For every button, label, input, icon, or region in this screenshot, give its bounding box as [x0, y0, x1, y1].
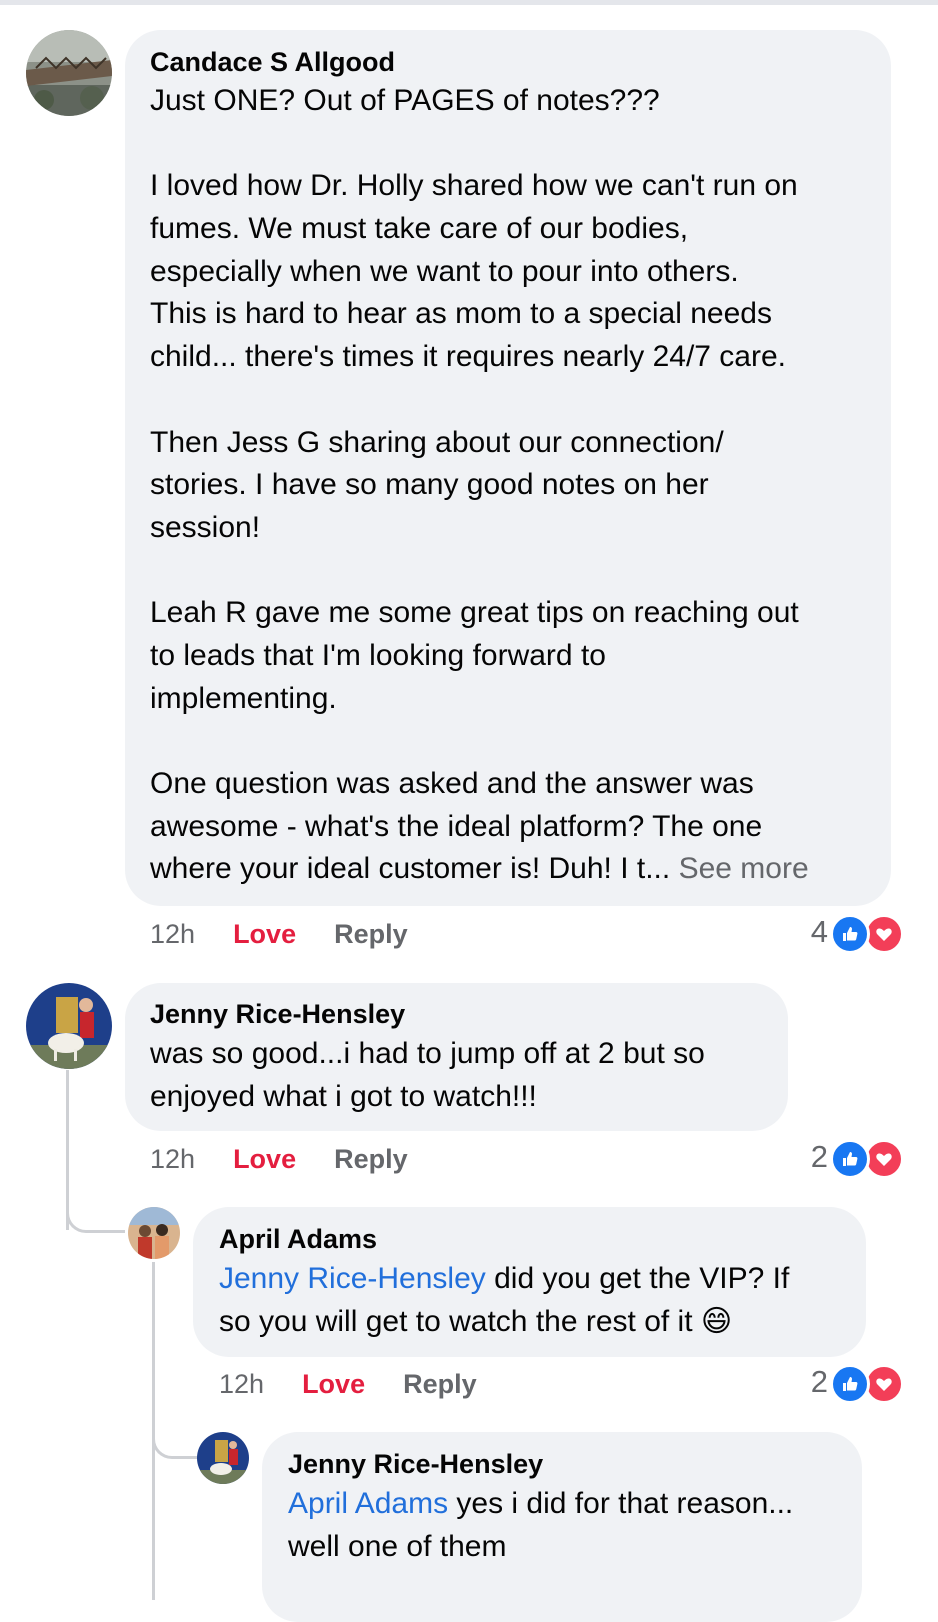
- comment-line: This is hard to hear as mom to a special…: [150, 297, 772, 331]
- mention-link[interactable]: April Adams: [288, 1487, 448, 1520]
- reply-text-segment: so you will get to watch the rest of it: [219, 1304, 701, 1338]
- avatar-april[interactable]: [128, 1207, 180, 1259]
- comment-line: [150, 550, 809, 593]
- thumbs-up-icon: [830, 914, 870, 954]
- reply-line: April Adams yes i did for that reason...: [288, 1483, 793, 1526]
- reply-author-name[interactable]: April Adams: [219, 1223, 377, 1255]
- comment-line: stories. I have so many good notes on he…: [150, 468, 709, 502]
- reply-text-segment: yes i did for that reason...: [448, 1487, 794, 1520]
- comment-text: Just ONE? Out of PAGES of notes??? I lov…: [150, 80, 809, 891]
- comment-actions: 12h Love Reply: [150, 1143, 408, 1175]
- comment-line: One question was asked and the answer wa…: [150, 767, 754, 800]
- reply-text-segment: did you get the VIP? If: [485, 1262, 790, 1295]
- comment-line: [150, 720, 809, 763]
- heart-icon: [864, 914, 904, 954]
- comment-line: [150, 379, 809, 422]
- comment-actions: 12h Love Reply: [150, 918, 408, 950]
- love-button[interactable]: Love: [233, 1143, 296, 1175]
- reply-button[interactable]: Reply: [334, 1143, 408, 1175]
- see-more-link[interactable]: See more: [679, 852, 809, 885]
- comment-line: I loved how Dr. Holly shared how we can'…: [150, 169, 798, 203]
- comment-line: fumes. We must take care of our bodies,: [150, 212, 689, 246]
- comment-author-name[interactable]: Jenny Rice-Hensley: [150, 998, 405, 1030]
- reply-line: Jenny Rice-Hensley did you get the VIP? …: [219, 1258, 789, 1301]
- reply-line: so you will get to watch the rest of it …: [219, 1301, 789, 1344]
- comment-truncated-text: where your ideal customer is! Duh! I t..…: [150, 852, 671, 886]
- comment-line: Leah R gave me some great tips on reachi…: [150, 596, 799, 630]
- reply-actions: 12h Love Reply: [219, 1368, 477, 1400]
- reaction-summary[interactable]: 2: [780, 1137, 906, 1179]
- thread-curve-reply-2: [152, 1430, 199, 1459]
- reply-button[interactable]: Reply: [334, 918, 408, 950]
- reaction-count: 2: [810, 1364, 828, 1399]
- avatar-jenny[interactable]: [26, 983, 112, 1069]
- comment-line: to leads that I'm looking forward to: [150, 638, 606, 672]
- avatar-candace[interactable]: [26, 30, 112, 116]
- thread-curve-reply-1: [66, 1200, 125, 1233]
- thumbs-up-icon: [830, 1364, 870, 1404]
- comment-last-line: where your ideal customer is! Duh! I t..…: [150, 848, 809, 891]
- top-divider: [0, 0, 938, 5]
- comment-line: implementing.: [150, 681, 337, 715]
- love-button[interactable]: Love: [233, 918, 296, 950]
- comment-line: awesome - what's the ideal platform? The…: [150, 809, 763, 843]
- comment-line: Just ONE? Out of PAGES of notes???: [150, 84, 660, 117]
- reply-text: Jenny Rice-Hensley did you get the VIP? …: [219, 1258, 789, 1343]
- heart-icon: [864, 1364, 904, 1404]
- comment-line: especially when we want to pour into oth…: [150, 254, 739, 288]
- heart-icon: [864, 1139, 904, 1179]
- thumbs-up-icon: [830, 1139, 870, 1179]
- mention-link[interactable]: Jenny Rice-Hensley: [219, 1262, 486, 1295]
- comment-line: session!: [150, 510, 261, 544]
- reaction-summary[interactable]: 4: [780, 912, 906, 954]
- comment-timestamp[interactable]: 12h: [150, 918, 195, 950]
- grinning-emoji-icon: 😄: [700, 1304, 733, 1338]
- comment-line: enjoyed what i got to watch!!!: [150, 1079, 537, 1113]
- reply-line: well one of them: [288, 1529, 507, 1563]
- comment-text: was so good...i had to jump off at 2 but…: [150, 1033, 705, 1118]
- comment-line: child... there's times it requires nearl…: [150, 340, 787, 374]
- reaction-count: 4: [810, 914, 828, 949]
- reply-timestamp[interactable]: 12h: [219, 1368, 264, 1400]
- comment-timestamp[interactable]: 12h: [150, 1143, 195, 1175]
- comment-line: Then Jess G sharing about our connection…: [150, 425, 724, 459]
- love-button[interactable]: Love: [302, 1368, 365, 1400]
- avatar-jenny-small[interactable]: [197, 1432, 249, 1484]
- reply-text: April Adams yes i did for that reason...…: [288, 1483, 793, 1568]
- reply-author-name[interactable]: Jenny Rice-Hensley: [288, 1448, 543, 1480]
- comment-line: was so good...i had to jump off at 2 but…: [150, 1037, 705, 1070]
- comment-line: [150, 123, 809, 166]
- reply-button[interactable]: Reply: [403, 1368, 477, 1400]
- comment-author-name[interactable]: Candace S Allgood: [150, 46, 395, 78]
- reaction-summary[interactable]: 2: [780, 1362, 906, 1404]
- reaction-count: 2: [810, 1139, 828, 1174]
